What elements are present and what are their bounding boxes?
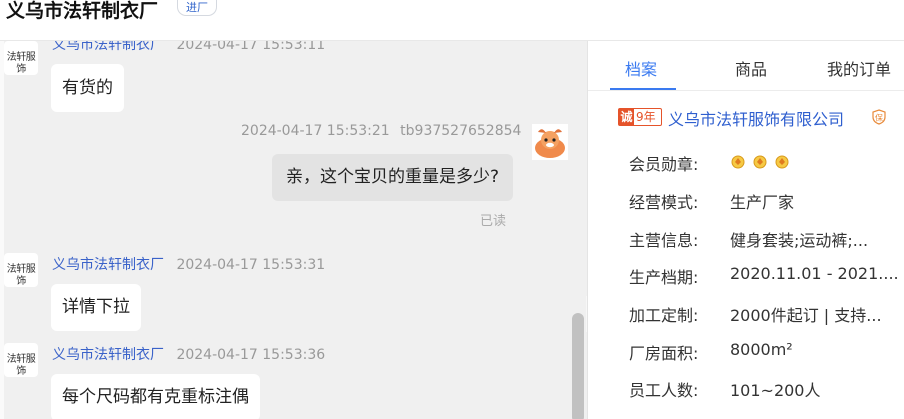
guarantee-icon[interactable]: 保 [871,109,887,125]
user-avatar-icon[interactable] [532,124,568,160]
message-time: 2024-04-17 15:53:31 [176,257,326,273]
sender-name[interactable]: 义乌市法轩制衣厂 [52,41,164,53]
message-header: 义乌市法轩制衣厂 2024-04-17 15:53:31 [52,254,325,274]
chat-header: 义乌市法轩制衣厂 进厂 [0,0,904,41]
shop-avatar[interactable]: 法轩服饰 [4,343,38,377]
info-key: 会员勋章: [629,155,699,174]
sender-name: tb937527652854 [400,123,522,139]
info-value: 101~200人 [730,381,821,400]
info-key: 主营信息: [629,231,699,250]
info-key: 厂房面积: [629,344,699,363]
company-name-link[interactable]: 义乌市法轩服饰有限公司 [668,106,844,130]
chat-scrollbar[interactable] [572,313,584,419]
info-key: 员工人数: [629,381,699,400]
active-tab-indicator [610,88,676,90]
info-key: 加工定制: [629,306,699,325]
read-status: 已读 [480,214,507,229]
integrity-badge: 诚 9年 [618,108,662,126]
medal-icon [775,155,789,169]
message-header: 义乌市法轩制衣厂 2024-04-17 15:53:11 [52,41,325,54]
message-bubble[interactable]: 详情下拉 [51,284,141,331]
info-key: 经营模式: [629,193,699,212]
message-header: 义乌市法轩制衣厂 2024-04-17 15:53:36 [52,344,325,364]
shop-avatar-text: 法轩服饰 [6,354,36,377]
info-key: 生产档期: [629,268,699,287]
message-time: 2024-04-17 15:53:21 [241,123,390,139]
info-value[interactable]: 健身套装;运动裤;... [730,227,868,251]
chat-message-list[interactable]: 法轩服饰 义乌市法轩制衣厂 2024-04-17 15:53:11 有货的 20… [0,41,587,419]
message-time: 2024-04-17 15:53:36 [176,347,326,363]
info-value: 8000m² [730,340,793,359]
panel-tabs: 档案 商品 我的订单 [588,41,904,91]
enter-factory-button[interactable]: 进厂 [177,0,217,16]
integrity-badge-char: 诚 [619,109,634,125]
tab-products[interactable]: 商品 [735,56,767,80]
shop-avatar-text: 法轩服饰 [6,52,36,75]
member-medals [730,153,791,173]
svg-text:保: 保 [875,113,883,123]
shop-avatar[interactable]: 法轩服饰 [4,253,38,287]
info-value[interactable]: 2020.11.01 - 2021.... [730,264,899,283]
message-header: 2024-04-17 15:53:21 tb937527652854 [241,123,521,139]
integrity-badge-years: 9年 [636,110,656,124]
message-bubble[interactable]: 每个尺码都有克重标注偶 [51,374,260,419]
shop-avatar[interactable]: 法轩服饰 [4,41,38,75]
info-value[interactable]: 2000件起订 | 支持... [730,302,882,326]
sender-name[interactable]: 义乌市法轩制衣厂 [52,257,164,273]
shop-info-panel: 档案 商品 我的订单 诚 9年 义乌市法轩服饰有限公司 保 会员勋章: 经营模式:… [587,41,904,419]
sender-name[interactable]: 义乌市法轩制衣厂 [52,347,164,363]
shop-title: 义乌市法轩制衣厂 [6,0,159,22]
shop-avatar-text: 法轩服饰 [6,264,36,287]
message-bubble[interactable]: 有货的 [51,64,124,112]
medal-icon [731,155,745,169]
message-time: 2024-04-17 15:53:11 [176,41,326,53]
info-value: 生产厂家 [730,193,795,212]
message-bubble[interactable]: 亲，这个宝贝的重量是多少? [272,154,514,201]
tab-my-orders[interactable]: 我的订单 [827,56,891,80]
medal-icon [753,155,767,169]
tab-profile[interactable]: 档案 [625,56,657,80]
